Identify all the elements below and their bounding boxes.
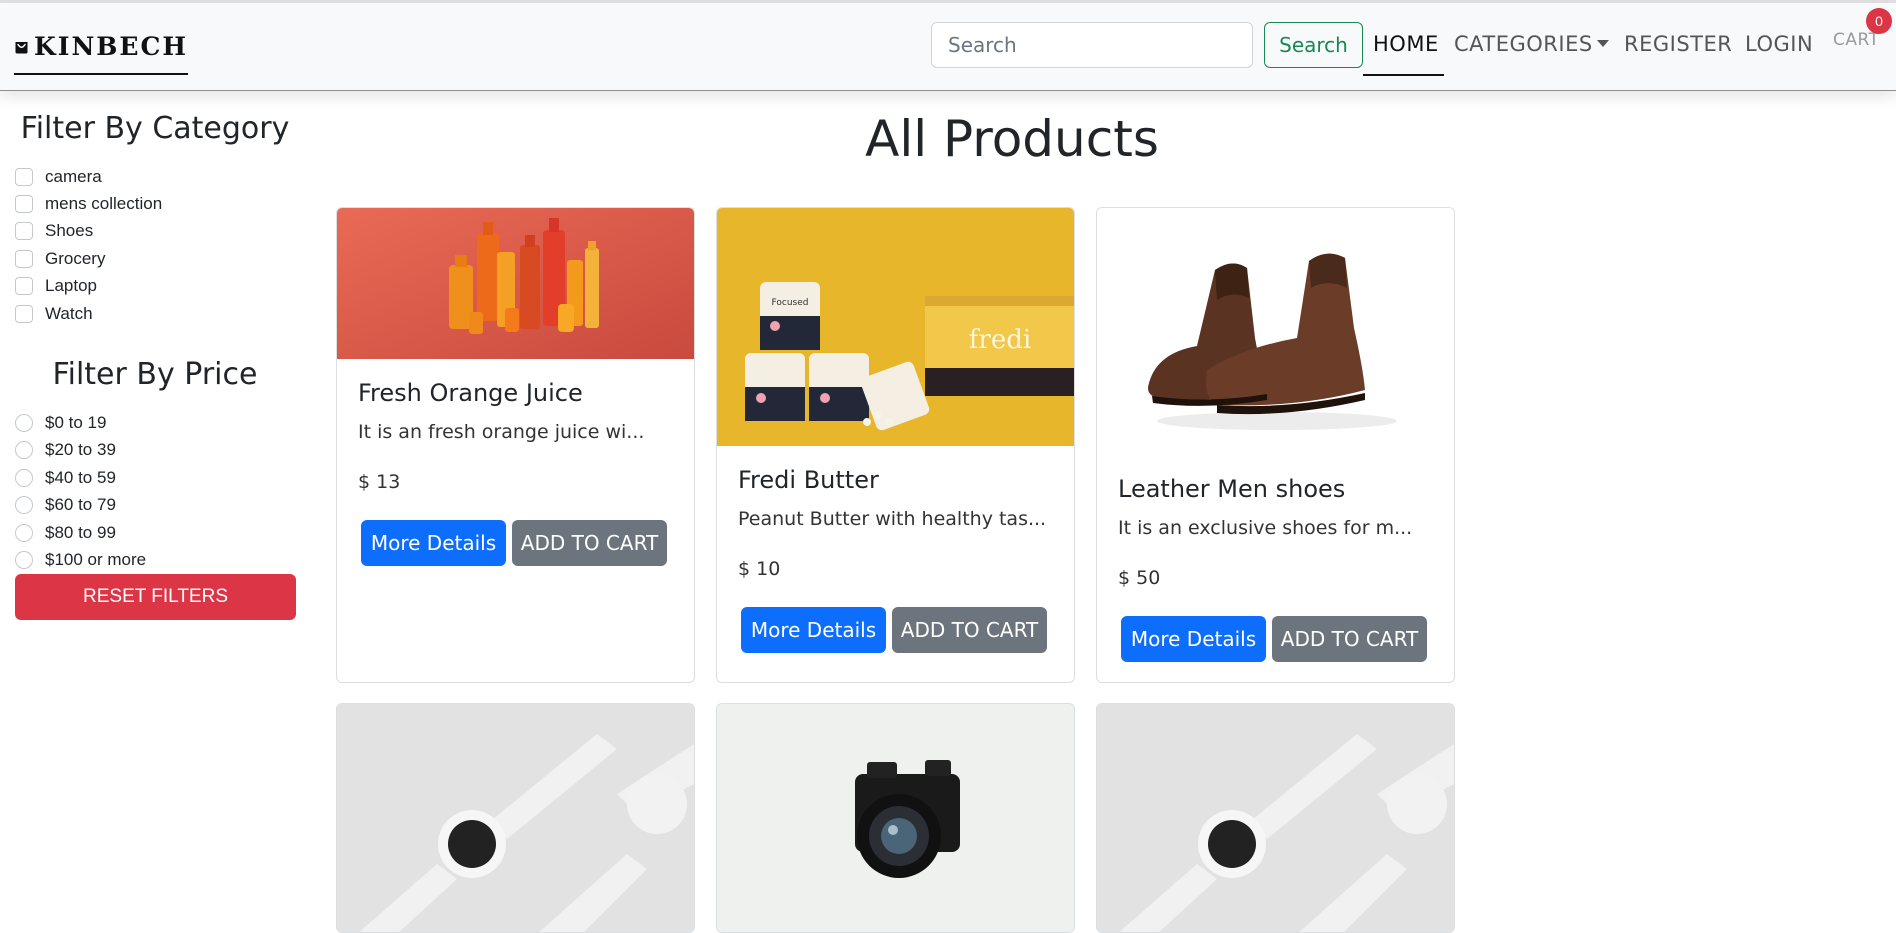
nav-login[interactable]: LOGIN (1745, 32, 1813, 56)
category-label: Grocery (45, 249, 106, 268)
shopping-bag-icon (15, 41, 28, 54)
product-price: $ 13 (358, 471, 401, 493)
nav-home[interactable]: HOME (1373, 32, 1439, 56)
add-to-cart-button[interactable]: ADD TO CART (1272, 616, 1427, 662)
product-description: It is an exclusive shoes for m... (1118, 517, 1413, 539)
reset-filters-button[interactable]: RESET FILTERS (15, 574, 296, 620)
product-price: $ 50 (1118, 567, 1161, 589)
category-label: mens collection (45, 194, 163, 213)
product-title: Fresh Orange Juice (358, 379, 583, 407)
product-card (716, 703, 1075, 933)
category-filter-item[interactable]: Laptop (15, 273, 97, 299)
active-nav-underline (1363, 74, 1444, 76)
price-filter-item[interactable]: $0 to 19 (15, 410, 106, 436)
product-image[interactable] (337, 704, 694, 933)
page-title: All Products (865, 110, 1159, 168)
checkbox[interactable] (15, 277, 33, 295)
add-to-cart-button[interactable]: ADD TO CART (892, 607, 1047, 653)
product-card: fredi Focused Fredi Butter Peanut Butter… (716, 207, 1075, 683)
checkbox[interactable] (15, 168, 33, 186)
search-input[interactable] (931, 22, 1253, 68)
nav-categories[interactable]: CATEGORIES (1454, 32, 1609, 56)
price-label: $80 to 99 (45, 523, 116, 542)
price-label: $20 to 39 (45, 440, 116, 459)
product-description: Peanut Butter with healthy tas... (738, 508, 1047, 530)
radio-button[interactable] (15, 441, 33, 459)
brand-logo[interactable]: KINBECH (14, 27, 188, 75)
caret-down-icon (1596, 39, 1609, 47)
price-filter-item[interactable]: $100 or more (15, 547, 146, 573)
product-image[interactable] (717, 704, 1074, 933)
product-image[interactable] (1097, 208, 1454, 455)
navbar: KINBECH Search HOME CATEGORIES REGISTER … (0, 3, 1896, 91)
checkbox[interactable] (15, 222, 33, 240)
radio-button[interactable] (15, 524, 33, 542)
product-price: $ 10 (738, 558, 781, 580)
price-label: $0 to 19 (45, 413, 107, 432)
add-to-cart-button[interactable]: ADD TO CART (512, 520, 667, 566)
product-title: Fredi Butter (738, 466, 879, 494)
price-label: $40 to 59 (45, 468, 116, 487)
more-details-button[interactable]: More Details (1121, 616, 1266, 662)
category-filter-title: Filter By Category (20, 111, 290, 146)
price-filter-title: Filter By Price (52, 357, 258, 392)
product-card: Fresh Orange Juice It is an fresh orange… (336, 207, 695, 683)
category-label: Laptop (45, 276, 97, 295)
price-filter-item[interactable]: $40 to 59 (15, 465, 116, 491)
category-label: camera (45, 167, 102, 186)
price-filter-item[interactable]: $80 to 99 (15, 520, 116, 546)
category-filter-item[interactable]: mens collection (15, 191, 162, 217)
category-filter-item[interactable]: camera (15, 164, 102, 190)
price-label: $100 or more (45, 550, 147, 569)
checkbox[interactable] (15, 305, 33, 323)
cart-count-badge: 0 (1866, 8, 1892, 34)
radio-button[interactable] (15, 551, 33, 569)
radio-button[interactable] (15, 496, 33, 514)
radio-button[interactable] (15, 469, 33, 487)
nav-categories-label: CATEGORIES (1454, 32, 1593, 56)
price-filter-item[interactable]: $20 to 39 (15, 437, 116, 463)
category-label: Watch (45, 304, 93, 323)
search-button[interactable]: Search (1264, 22, 1363, 68)
category-label: Shoes (45, 221, 94, 240)
brand-name: KINBECH (34, 32, 188, 61)
product-description: It is an fresh orange juice wi... (358, 421, 645, 443)
product-card (1096, 703, 1455, 933)
product-image[interactable] (1097, 704, 1454, 933)
jar-label: Focused (772, 298, 809, 308)
product-title: Leather Men shoes (1118, 475, 1346, 503)
product-card: Leather Men shoes It is an exclusive sho… (1096, 207, 1455, 683)
category-filter-item[interactable]: Watch (15, 301, 93, 327)
more-details-button[interactable]: More Details (741, 607, 886, 653)
checkbox[interactable] (15, 250, 33, 268)
category-filter-item[interactable]: Shoes (15, 218, 93, 244)
price-label: $60 to 79 (45, 495, 116, 514)
nav-register[interactable]: REGISTER (1624, 32, 1732, 56)
product-image[interactable] (337, 208, 694, 359)
more-details-button[interactable]: More Details (361, 520, 506, 566)
price-filter-item[interactable]: $60 to 79 (15, 492, 116, 518)
checkbox[interactable] (15, 195, 33, 213)
product-image[interactable]: fredi Focused (717, 208, 1074, 446)
category-filter-item[interactable]: Grocery (15, 246, 105, 272)
box-label: fredi (969, 325, 1031, 355)
nav-cart[interactable]: CART (1833, 30, 1879, 50)
product-card (336, 703, 695, 933)
radio-button[interactable] (15, 414, 33, 432)
